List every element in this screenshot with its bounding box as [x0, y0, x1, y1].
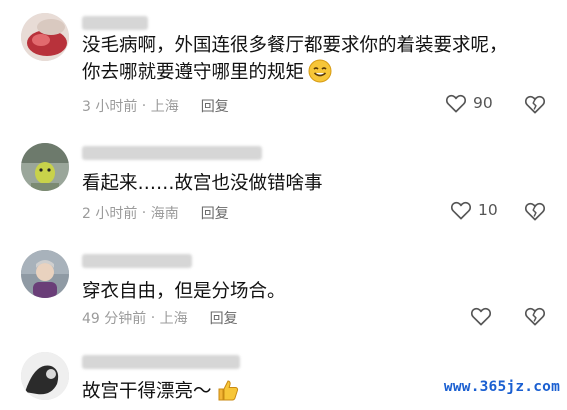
- avatar[interactable]: [21, 13, 69, 61]
- comment-text-line: 你去哪就要遵守哪里的规矩: [82, 62, 305, 83]
- username-blurred[interactable]: [82, 355, 240, 369]
- dislike-button[interactable]: [524, 94, 546, 118]
- avatar-image: [21, 250, 69, 298]
- thumbs-up-icon: [216, 378, 240, 410]
- avatar-image: [21, 352, 69, 400]
- comment-time: 2 小时前: [82, 206, 138, 222]
- meta-separator: ·: [137, 205, 151, 221]
- broken-heart-icon: [524, 202, 546, 221]
- comment-time: 49 分钟前: [82, 311, 147, 327]
- dislike-button[interactable]: [524, 306, 546, 330]
- heart-icon: [470, 307, 492, 326]
- comment-text-line: 看起来……故宫也没做错啥事: [82, 173, 323, 194]
- comment-text: 穿衣自由，但是分场合。: [82, 278, 286, 305]
- avatar-image: [21, 143, 69, 191]
- comment-location: 上海: [150, 99, 179, 115]
- comment-time: 3 小时前: [82, 99, 138, 115]
- avatar-image: [21, 13, 69, 61]
- like-count: 90: [473, 94, 493, 112]
- comment-text: 看起来……故宫也没做错啥事: [82, 170, 323, 197]
- dislike-button[interactable]: [524, 201, 546, 225]
- meta-separator: ·: [137, 98, 151, 114]
- reply-button[interactable]: 回复: [201, 96, 229, 116]
- username-blurred[interactable]: [82, 254, 192, 268]
- comment-text-line: 穿衣自由，但是分场合。: [82, 281, 286, 302]
- comment-text-line: 故宫干得漂亮～: [82, 381, 212, 402]
- reply-button[interactable]: 回复: [201, 203, 229, 223]
- like-button[interactable]: 10: [450, 200, 498, 220]
- avatar[interactable]: [21, 143, 69, 191]
- heart-icon: [445, 94, 467, 113]
- comment-text-line: 没毛病啊，外国连很多餐厅都要求你的着装要求呢，: [82, 35, 508, 56]
- broken-heart-icon: [524, 95, 546, 114]
- comment-location: 上海: [159, 311, 188, 327]
- like-count: 10: [478, 201, 498, 219]
- comment-meta: 2 小时前 · 海南 回复: [82, 203, 229, 223]
- username-blurred[interactable]: [82, 146, 262, 160]
- reply-button[interactable]: 回复: [210, 308, 238, 328]
- comment-meta: 3 小时前 · 上海 回复: [82, 96, 229, 116]
- comment-meta: 49 分钟前 · 上海 回复: [82, 308, 238, 328]
- comment-text: 没毛病啊，外国连很多餐厅都要求你的着装要求呢， 你去哪就要遵守哪里的规矩: [82, 32, 508, 91]
- site-watermark: www.365jz.com: [443, 379, 560, 395]
- broken-heart-icon: [524, 307, 546, 326]
- comment-text: 故宫干得漂亮～: [82, 378, 240, 410]
- smile-emoji-icon: [308, 59, 332, 91]
- comment-location: 海南: [150, 206, 179, 222]
- meta-separator: ·: [146, 310, 160, 326]
- like-button[interactable]: 90: [445, 93, 493, 113]
- avatar[interactable]: [21, 250, 69, 298]
- like-button[interactable]: [470, 306, 498, 326]
- heart-icon: [450, 201, 472, 220]
- username-blurred[interactable]: [82, 16, 148, 30]
- avatar[interactable]: [21, 352, 69, 400]
